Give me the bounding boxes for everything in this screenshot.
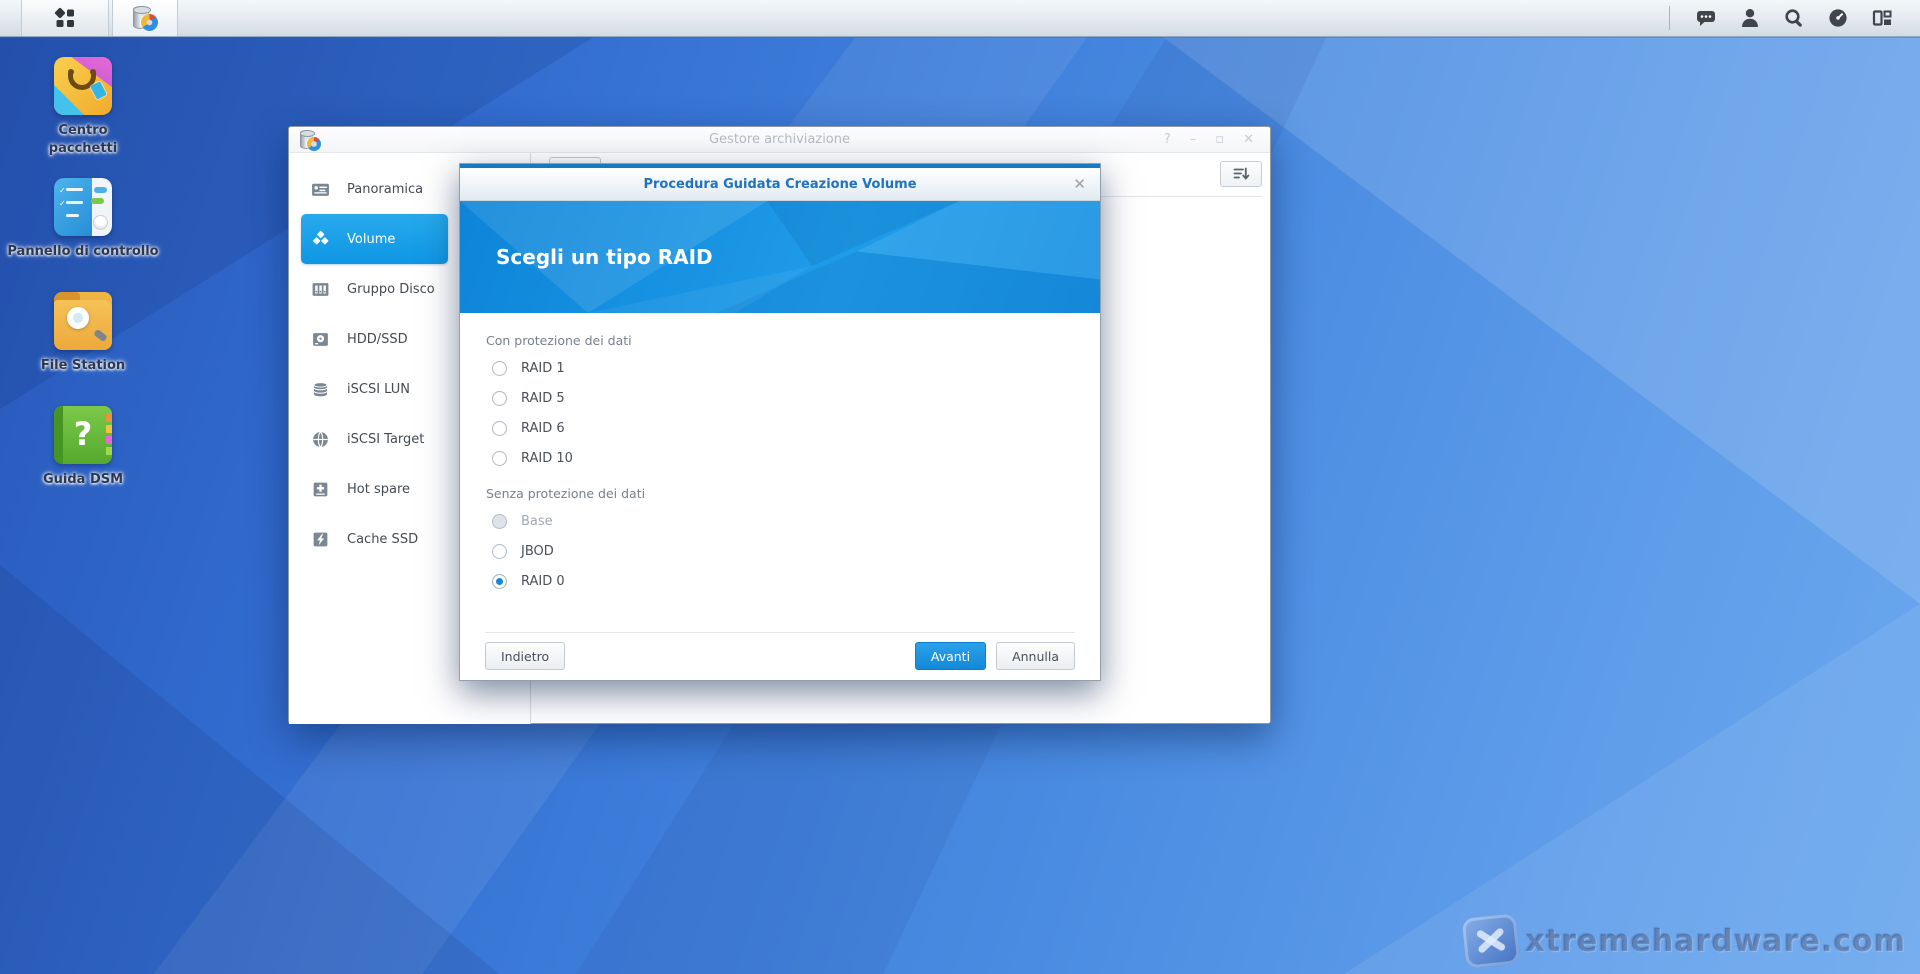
watermark: xtremehardware.com xyxy=(1464,916,1906,966)
sort-collapse-button[interactable] xyxy=(1220,161,1262,187)
window-title: Gestore archiviazione xyxy=(289,132,1270,147)
search-icon xyxy=(1783,7,1805,29)
raid-type-form: Con protezione dei dati RAID 1 RAID 5 RA… xyxy=(460,313,1100,596)
minimize-button[interactable]: – xyxy=(1190,133,1197,146)
user-icon xyxy=(1739,7,1761,29)
desktop-icon-file-station[interactable]: File Station xyxy=(20,292,146,375)
desktop-icon-control-panel[interactable]: ✓ ✓ Pannello di controllo xyxy=(20,178,146,261)
next-button[interactable]: Avanti xyxy=(915,642,986,670)
sidebar-item-label: Gruppo Disco xyxy=(347,282,435,297)
pilot-view-button[interactable] xyxy=(1860,0,1904,37)
radio-raid-1[interactable]: RAID 1 xyxy=(486,353,1070,383)
radio-raid-6[interactable]: RAID 6 xyxy=(486,413,1070,443)
disk-group-icon xyxy=(311,279,331,299)
dialog-banner: Scegli un tipo RAID xyxy=(460,201,1100,313)
desktop-icon-label: Centro pacchetti xyxy=(35,122,131,157)
storage-manager-icon xyxy=(299,129,321,151)
hdd-ssd-icon xyxy=(311,329,331,349)
dialog-titlebar[interactable]: Procedura Guidata Creazione Volume ✕ xyxy=(460,168,1100,201)
section-label-with-protection: Con protezione dei dati xyxy=(486,333,1070,353)
dsm-desktop: Centro pacchetti ✓ ✓ Pannello di control… xyxy=(0,0,1920,974)
main-menu-button[interactable] xyxy=(21,0,109,36)
sidebar-item-cache-ssd[interactable]: Cache SSD xyxy=(301,514,448,564)
radio-button-icon[interactable] xyxy=(492,451,507,466)
sidebar-item-iscsi-target[interactable]: iSCSI Target xyxy=(301,414,448,464)
file-station-icon xyxy=(54,292,112,350)
watermark-text: xtremehardware.com xyxy=(1526,924,1906,959)
close-dialog-icon[interactable]: ✕ xyxy=(1073,175,1086,193)
sidebar-item-iscsi-lun[interactable]: iSCSI LUN xyxy=(301,364,448,414)
radio-button-icon[interactable] xyxy=(492,391,507,406)
storage-manager-icon xyxy=(132,5,158,31)
section-label-without-protection: Senza protezione dei dati xyxy=(486,486,1070,506)
tray-separator xyxy=(1669,6,1670,30)
taskbar-storage-manager-tab[interactable] xyxy=(112,0,178,36)
desktop-icon-label: Pannello di controllo xyxy=(0,243,168,261)
sidebar-item-panoramica[interactable]: Panoramica xyxy=(301,164,448,214)
system-tray xyxy=(1669,0,1920,36)
control-panel-icon: ✓ ✓ xyxy=(54,178,112,236)
sidebar-item-label: Volume xyxy=(347,232,395,247)
sidebar-item-label: Panoramica xyxy=(347,182,423,197)
desktop-icon-dsm-help[interactable]: ? Guida DSM xyxy=(20,406,146,489)
system-health-gauge-icon xyxy=(1827,7,1849,29)
hot-spare-icon xyxy=(311,479,331,499)
window-titlebar[interactable]: Gestore archiviazione ? – ▫ ✕ xyxy=(289,127,1270,153)
overview-icon xyxy=(311,179,331,199)
sidebar-item-hot-spare[interactable]: Hot spare xyxy=(301,464,448,514)
search-button[interactable] xyxy=(1772,0,1816,37)
sidebar-item-label: iSCSI LUN xyxy=(347,382,410,397)
volume-creation-wizard-dialog: Procedura Guidata Creazione Volume ✕ Sce… xyxy=(459,163,1101,681)
cancel-button[interactable]: Annulla xyxy=(996,642,1075,670)
radio-button-icon xyxy=(492,514,507,529)
dialog-heading: Scegli un tipo RAID xyxy=(496,245,713,269)
radio-base: Base xyxy=(486,506,1070,536)
volume-icon xyxy=(311,229,331,249)
radio-raid-0[interactable]: RAID 0 xyxy=(486,566,1070,596)
help-button[interactable]: ? xyxy=(1164,133,1171,146)
radio-raid-10[interactable]: RAID 10 xyxy=(486,443,1070,473)
iscsi-target-icon xyxy=(311,429,331,449)
back-button[interactable]: Indietro xyxy=(485,642,565,670)
desktop-icon-package-center[interactable]: Centro pacchetti xyxy=(20,57,146,157)
dsm-help-icon: ? xyxy=(54,406,112,464)
sidebar-item-gruppo-disco[interactable]: Gruppo Disco xyxy=(301,264,448,314)
desktop-icon-label: Guida DSM xyxy=(43,471,123,489)
iscsi-lun-icon xyxy=(311,379,331,399)
sidebar-item-label: Cache SSD xyxy=(347,532,418,547)
radio-button-icon[interactable] xyxy=(492,544,507,559)
xtremehardware-logo-icon xyxy=(1461,913,1520,968)
sidebar-item-label: HDD/SSD xyxy=(347,332,408,347)
cache-ssd-icon xyxy=(311,529,331,549)
taskbar xyxy=(0,0,1920,37)
dialog-title: Procedura Guidata Creazione Volume xyxy=(643,177,916,192)
notifications-button[interactable] xyxy=(1684,0,1728,37)
radio-jbod[interactable]: JBOD xyxy=(486,536,1070,566)
sidebar-item-label: iSCSI Target xyxy=(347,432,424,447)
dialog-footer: Indietro Avanti Annulla xyxy=(460,632,1100,680)
system-health-button[interactable] xyxy=(1816,0,1860,37)
radio-raid-5[interactable]: RAID 5 xyxy=(486,383,1070,413)
notifications-chat-icon xyxy=(1695,7,1717,29)
radio-button-icon-selected[interactable] xyxy=(492,574,507,589)
radio-button-icon[interactable] xyxy=(492,361,507,376)
radio-button-icon[interactable] xyxy=(492,421,507,436)
user-options-button[interactable] xyxy=(1728,0,1772,37)
package-center-icon xyxy=(54,57,112,115)
maximize-button[interactable]: ▫ xyxy=(1215,133,1224,146)
sort-collapse-icon xyxy=(1232,165,1250,183)
close-window-button[interactable]: ✕ xyxy=(1243,133,1254,146)
desktop-icon-label: File Station xyxy=(41,357,125,375)
sidebar-item-volume[interactable]: Volume xyxy=(301,214,448,264)
main-menu-icon xyxy=(53,6,77,30)
widgets-icon xyxy=(1871,7,1893,29)
sidebar-item-label: Hot spare xyxy=(347,482,410,497)
sidebar-item-hdd-ssd[interactable]: HDD/SSD xyxy=(301,314,448,364)
